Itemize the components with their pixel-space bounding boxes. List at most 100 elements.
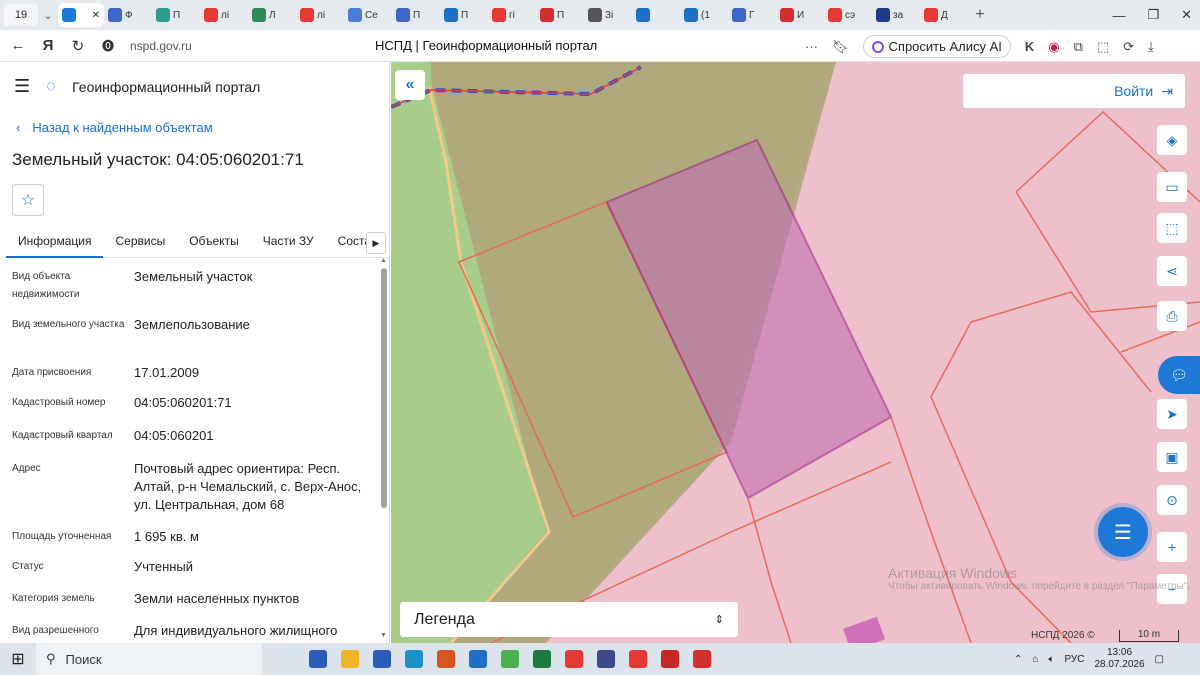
browser-tab[interactable]: Ф xyxy=(104,3,152,27)
taskbar-app[interactable] xyxy=(590,643,622,675)
volume-icon[interactable]: 🔈︎ xyxy=(1048,654,1054,665)
tabs-next-icon[interactable]: ▶ xyxy=(366,232,386,254)
sync-icon[interactable]: ⟳ xyxy=(1123,39,1134,55)
taskbar-app[interactable] xyxy=(558,643,590,675)
map-view[interactable]: « Войти ⇥ ◈ ▭ ⬚ ⋖ ⎙ 💬︎ ➤ ▣ ⊙ ☰ + − Актив… xyxy=(391,62,1200,643)
browser-tab[interactable]: сэ xyxy=(824,3,872,27)
panel-header: ☰ ◌ Геоинформационный портал xyxy=(14,76,260,97)
browser-tab[interactable]: лі xyxy=(296,3,344,27)
url-field[interactable]: nspd.gov.ru xyxy=(130,39,192,53)
browser-tab[interactable]: (1 xyxy=(680,3,728,27)
taskbar-app[interactable] xyxy=(622,643,654,675)
print-button[interactable]: ⎙ xyxy=(1157,301,1187,331)
minimap-button[interactable]: ▣ xyxy=(1157,442,1187,472)
downloads-icon[interactable]: ⤓ xyxy=(1148,39,1154,55)
legend-dropdown[interactable]: Легенда ⇕ xyxy=(400,602,738,637)
taskbar-app[interactable] xyxy=(686,643,718,675)
browser-tab[interactable]: Г xyxy=(728,3,776,27)
browser-tab[interactable]: Д xyxy=(920,3,968,27)
browser-tab[interactable]: П xyxy=(536,3,584,27)
tab-parts[interactable]: Части ЗУ xyxy=(251,228,326,258)
login-button[interactable]: Войти ⇥ xyxy=(963,74,1185,108)
favorite-star-button[interactable]: ☆ xyxy=(12,184,44,216)
windows-start-icon[interactable]: ⊞ xyxy=(0,649,36,669)
browser-tab[interactable]: П xyxy=(152,3,200,27)
minimize-icon[interactable]: — xyxy=(1112,8,1125,23)
record-icon[interactable]: ◉ xyxy=(1048,39,1059,55)
scroll-down-icon[interactable]: ▼ xyxy=(380,632,387,639)
ruler-icon: ▭ xyxy=(1165,178,1179,195)
extensions-icon[interactable]: ⧉ xyxy=(1074,39,1083,55)
feedback-button[interactable]: 💬︎ xyxy=(1158,356,1200,394)
panel-scrollbar[interactable] xyxy=(381,268,387,508)
geolocation-button[interactable]: ➤ xyxy=(1157,399,1187,429)
tab-services[interactable]: Сервисы xyxy=(103,228,177,258)
tab-list-chevron-icon[interactable]: ⌄ xyxy=(38,9,58,22)
taskbar-app[interactable] xyxy=(526,643,558,675)
more-icon[interactable]: ··· xyxy=(805,39,818,54)
close-icon[interactable]: ✕ xyxy=(1181,7,1192,23)
scroll-up-icon[interactable]: ▲ xyxy=(380,257,387,264)
bookmark-icon[interactable]: 🔖︎ xyxy=(832,39,849,55)
back-arrow-icon[interactable]: ← xyxy=(6,37,30,54)
property-value: 17.01.2009 xyxy=(134,365,200,380)
tab-objects[interactable]: Объекты xyxy=(177,228,251,258)
property-row: Кадастровый номер 04:05:060201:71 xyxy=(12,394,372,427)
taskbar-app[interactable] xyxy=(654,643,686,675)
taskbar-app[interactable] xyxy=(430,643,462,675)
network-icon[interactable]: ⌂ xyxy=(1032,654,1038,665)
language-indicator[interactable]: РУС xyxy=(1064,654,1084,665)
tab-label: Зі xyxy=(605,9,614,21)
zoom-in-button[interactable]: + xyxy=(1157,532,1187,562)
reload-icon[interactable]: ↻ xyxy=(66,37,90,55)
taskbar-app[interactable] xyxy=(462,643,494,675)
yandex-home-icon[interactable]: Я xyxy=(36,37,60,54)
portal-logo[interactable]: ◌ Геоинформационный портал xyxy=(46,78,260,96)
app-icon xyxy=(597,650,615,668)
measure-button[interactable]: ▭ xyxy=(1157,172,1187,202)
browser-tab[interactable]: П xyxy=(440,3,488,27)
k-extension-icon[interactable]: K xyxy=(1025,39,1034,54)
tab-close-icon[interactable]: ✕ xyxy=(92,10,100,21)
browser-tab[interactable]: П xyxy=(392,3,440,27)
property-value: Учтенный xyxy=(134,559,194,574)
tab-count[interactable]: 19 xyxy=(4,4,38,26)
tray-chevron-icon[interactable]: ⌃ xyxy=(1014,654,1022,665)
browser-tab[interactable] xyxy=(632,3,680,27)
property-label: Кадастровый квартал xyxy=(12,430,113,441)
alice-button[interactable]: Спросить Алису AI xyxy=(862,35,1011,58)
new-tab-icon[interactable]: + xyxy=(968,6,992,24)
menu-icon[interactable]: ☰ xyxy=(14,76,30,97)
back-link[interactable]: ‹ Назад к найденным объектам xyxy=(16,120,213,135)
tab-information[interactable]: Информация xyxy=(6,228,104,258)
collections-icon[interactable]: ⬚ xyxy=(1097,39,1109,55)
select-area-button[interactable]: ⬚ xyxy=(1157,213,1187,243)
taskbar-app[interactable] xyxy=(494,643,526,675)
browser-tab[interactable]: гі xyxy=(488,3,536,27)
browser-tab[interactable]: лі xyxy=(200,3,248,27)
chat-button[interactable]: ☰ xyxy=(1098,507,1148,557)
collapse-panel-button[interactable]: « xyxy=(395,70,425,100)
browser-tab[interactable]: Л xyxy=(248,3,296,27)
clock[interactable]: 13:06 28.07.2026 xyxy=(1094,647,1144,671)
restore-icon[interactable]: ❐ xyxy=(1147,7,1159,23)
taskbar-app[interactable] xyxy=(334,643,366,675)
notifications-icon[interactable]: ▢ xyxy=(1155,654,1164,665)
browser-tab[interactable]: Зі xyxy=(584,3,632,27)
share-button[interactable]: ⋖ xyxy=(1157,256,1187,286)
browser-tab[interactable]: И xyxy=(776,3,824,27)
property-label: Кадастровый номер xyxy=(12,397,106,408)
browser-tab[interactable]: за xyxy=(872,3,920,27)
site-info-icon[interactable]: ⓿ xyxy=(96,37,120,54)
layers-button[interactable]: ◈ xyxy=(1157,125,1187,155)
taskbar-search[interactable]: ⚲ Поиск xyxy=(36,643,262,675)
select-area-icon: ⬚ xyxy=(1165,219,1179,236)
taskbar-app[interactable] xyxy=(398,643,430,675)
taskbar-app[interactable] xyxy=(366,643,398,675)
map-canvas[interactable] xyxy=(391,62,1200,643)
browser-tab[interactable]: Се xyxy=(344,3,392,27)
browser-tab[interactable]: ✕ xyxy=(58,3,104,27)
property-list: Вид объекта недвижимости Земельный участо… xyxy=(12,268,372,640)
taskbar-app[interactable] xyxy=(302,643,334,675)
find-location-button[interactable]: ⊙ xyxy=(1157,485,1187,515)
